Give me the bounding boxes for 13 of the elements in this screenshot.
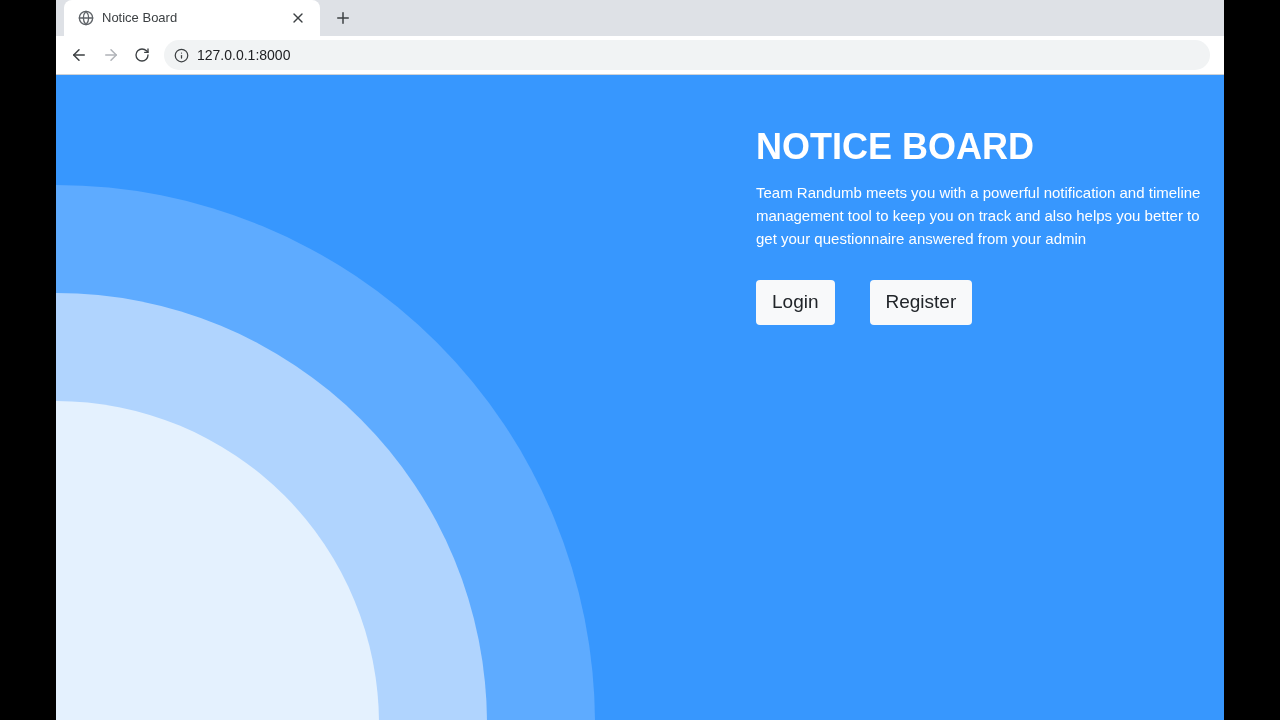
description-text: Team Randumb meets you with a powerful notification and timeline management tool to keep you on track and also helps you better to get your questionnaire answered from your admin	[756, 183, 1202, 249]
browser-tab[interactable]: Notice Board	[64, 0, 320, 36]
url-field[interactable]: 127.0.0.1:8000	[164, 40, 1210, 70]
reload-icon[interactable]	[134, 47, 150, 63]
page-title: NOTICE BOARD	[756, 125, 1035, 169]
url-text: 127.0.0.1:8000	[197, 45, 291, 65]
tab-title: Notice Board	[102, 9, 179, 28]
login-button[interactable]: Login	[756, 280, 835, 325]
globe-icon	[78, 10, 94, 26]
new-tab-icon[interactable]	[334, 9, 352, 27]
back-icon[interactable]	[70, 46, 88, 64]
register-button[interactable]: Register	[869, 280, 973, 325]
info-icon	[174, 47, 189, 63]
